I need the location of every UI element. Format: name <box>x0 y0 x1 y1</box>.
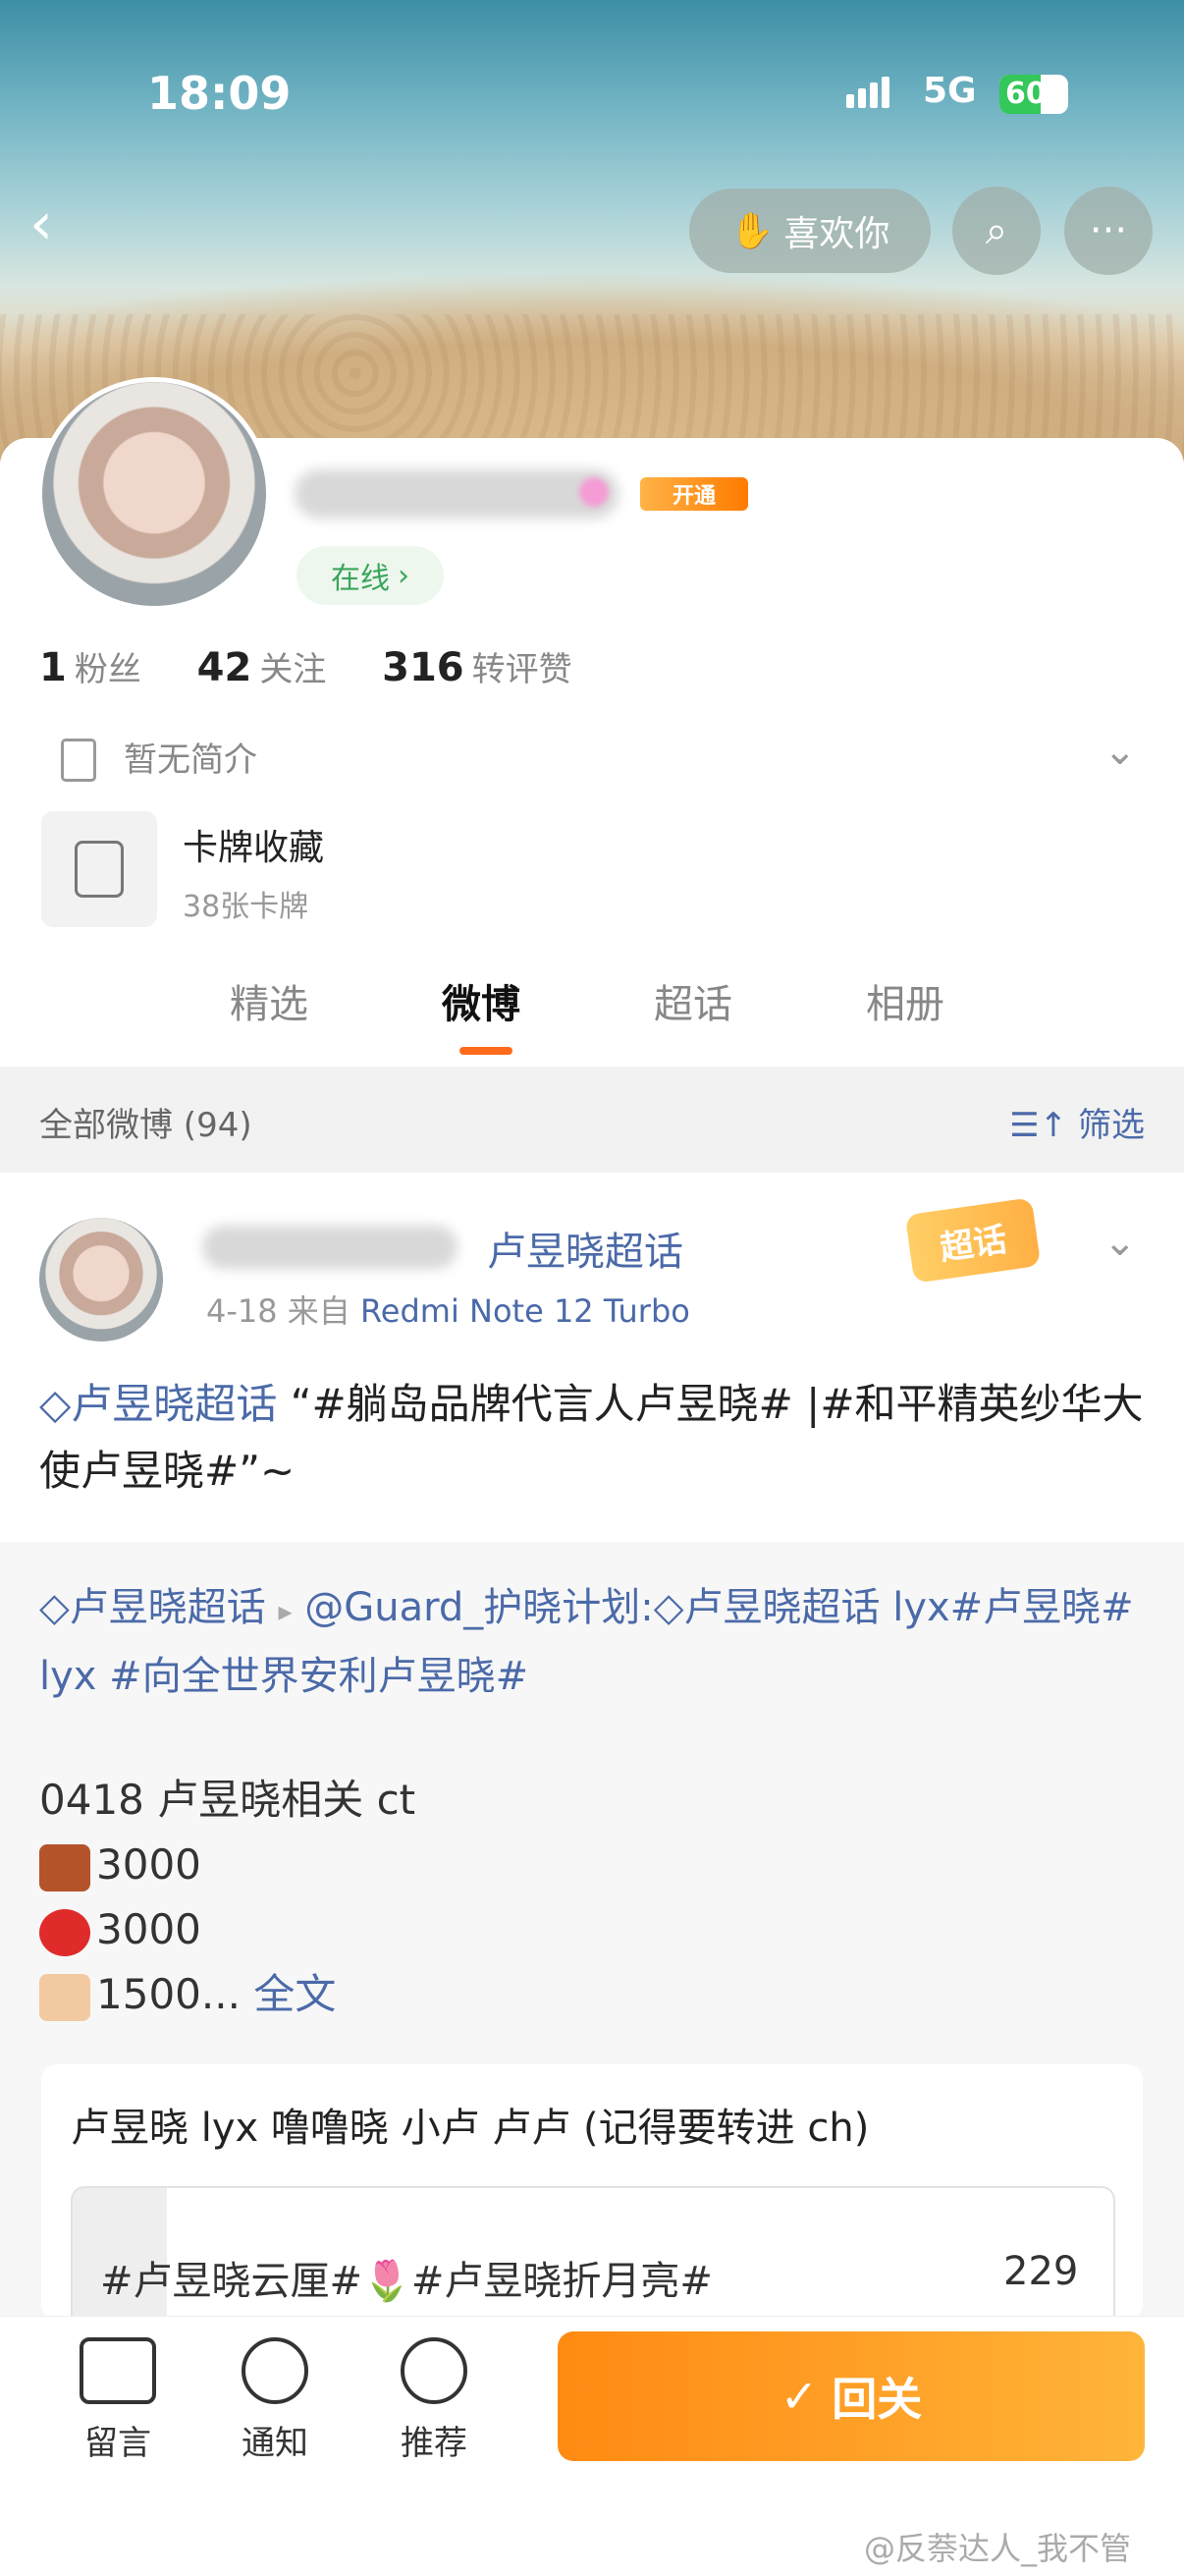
followers-count: 1 <box>39 645 67 690</box>
repost-body: 0418 卢昱晓相关 ct 3000 3000 1500... 全文 <box>39 1768 1149 2027</box>
chevron-right-icon: › <box>398 558 409 593</box>
list-item: 3000 <box>39 1897 1149 1962</box>
more-dots-icon: ··· <box>1089 208 1128 253</box>
tab-featured[interactable]: 精选 <box>230 972 308 1029</box>
battery-icon: 60 <box>999 75 1068 114</box>
post-from-label: 来自 <box>287 1292 350 1330</box>
battery-level: 60 <box>1005 77 1047 111</box>
embedded-topic-count: 229 <box>1003 2249 1079 2294</box>
repost-topic-link[interactable]: 卢昱晓超话 <box>70 1585 266 1630</box>
online-status-button[interactable]: 在线 › <box>296 546 444 605</box>
following-stat[interactable]: 42 关注 <box>197 642 327 690</box>
post-topic-link[interactable]: 卢昱晓超话 <box>71 1380 277 1428</box>
card-collection-count: 38张卡牌 <box>183 890 309 924</box>
bell-icon <box>242 2337 308 2404</box>
interactions-count: 316 <box>382 645 464 690</box>
follow-back-label: 回关 <box>832 2373 923 2426</box>
wave-hand-icon: ✋ <box>729 211 775 251</box>
card-collection-title[interactable]: 卡牌收藏 <box>183 819 324 870</box>
post-meta: 4-18 来自 Redmi Note 12 Turbo <box>206 1287 690 1332</box>
post-text: ◇卢昱晓超话 “#躺岛品牌代言人卢昱晓# |#和平精英纱华大使卢昱晓#”~ <box>39 1371 1149 1505</box>
bio-text: 暂无简介 <box>124 740 257 780</box>
vip-open-badge[interactable]: 开通 <box>640 477 748 511</box>
post-device[interactable]: Redmi Note 12 Turbo <box>360 1292 690 1330</box>
followers-stat[interactable]: 1 粉丝 <box>39 642 141 690</box>
filter-button[interactable]: ☰↑ 筛选 <box>1009 1098 1145 1146</box>
mention-link[interactable]: @Guard_护晓计划: <box>304 1585 653 1630</box>
avatar[interactable] <box>37 377 271 611</box>
message-label: 留言 <box>84 2424 151 2463</box>
list-item-value: 3000 <box>96 1840 201 1889</box>
list-item-value: 1500... <box>96 1970 241 2018</box>
play-arrow-icon: ▸ <box>278 1595 293 1627</box>
tab-album[interactable]: 相册 <box>866 972 944 1029</box>
post-username-blurred <box>202 1226 457 1269</box>
tab-weibo[interactable]: 微博 <box>442 972 520 1029</box>
signal-icon <box>846 77 893 108</box>
username-blurred <box>295 469 619 519</box>
list-item-value: 3000 <box>96 1905 201 1953</box>
list-item: 3000 <box>39 1833 1149 1897</box>
search-button[interactable]: ⌕ <box>952 187 1041 275</box>
diamond-icon: ◇ <box>39 1585 70 1630</box>
diamond-icon: ◇ <box>39 1380 72 1428</box>
like-you-label: 喜欢你 <box>783 214 890 254</box>
interactions-label: 转评赞 <box>471 650 572 689</box>
repost-topic2-link[interactable]: 卢昱晓超话 <box>684 1585 881 1630</box>
status-time: 18:09 <box>147 67 292 120</box>
name-emoji-blurred <box>579 477 609 507</box>
recommend-label: 推荐 <box>401 2424 467 2463</box>
notify-button[interactable]: 通知 <box>216 2337 334 2464</box>
diamond-icon: ◇ <box>653 1585 684 1630</box>
all-weibo-count: 全部微博 (94) <box>39 1106 252 1145</box>
interactions-stat[interactable]: 316 转评赞 <box>382 642 572 690</box>
network-type: 5G <box>923 71 977 111</box>
filter-icon: ☰↑ <box>1009 1106 1078 1145</box>
thumbs-up-icon <box>39 1973 90 2021</box>
notify-label: 通知 <box>242 2424 308 2463</box>
watermark: @反萘达人_我不管 <box>864 2530 1132 2567</box>
repost-header-text: ◇卢昱晓超话 ▸ @Guard_护晓计划:◇卢昱晓超话 lyx#卢昱晓# lyx… <box>39 1575 1149 1709</box>
embedded-topic-text: #卢昱晓云厘#🌷#卢昱晓折月亮# <box>100 2259 713 2304</box>
document-icon <box>61 739 96 782</box>
filter-label: 筛选 <box>1078 1106 1145 1145</box>
check-icon: ✓ <box>780 2370 819 2423</box>
message-button[interactable]: 留言 <box>59 2337 177 2464</box>
post-avatar[interactable] <box>39 1218 163 1342</box>
back-chevron-icon[interactable]: ‹ <box>29 194 73 253</box>
active-tab-indicator <box>459 1047 512 1055</box>
following-label: 关注 <box>259 650 327 689</box>
post-date: 4-18 <box>206 1292 278 1330</box>
filter-bar: 全部微博 (94) ☰↑ 筛选 <box>0 1067 1184 1173</box>
message-icon <box>80 2337 156 2404</box>
read-more-link[interactable]: 全文 <box>253 1970 336 2018</box>
follow-back-button[interactable]: ✓ 回关 <box>558 2331 1145 2461</box>
profile-stats: 1 粉丝 42 关注 316 转评赞 <box>39 642 618 690</box>
apple-icon <box>39 1908 90 1956</box>
following-count: 42 <box>196 645 252 690</box>
list-item: 1500... 全文 <box>39 1962 1149 2027</box>
expand-bio-chevron-icon[interactable]: ⌄ <box>1103 729 1137 774</box>
like-you-button[interactable]: ✋ 喜欢你 <box>689 189 931 273</box>
more-button[interactable]: ··· <box>1064 187 1153 275</box>
chevron-up-icon <box>401 2337 467 2404</box>
card-icon <box>75 841 124 898</box>
post-source-topic[interactable]: 卢昱晓超话 <box>487 1220 683 1277</box>
profile-tabs: 精选 微博 超话 相册 <box>0 972 1184 1061</box>
bricks-icon <box>39 1843 90 1891</box>
online-label: 在线 <box>331 562 390 596</box>
recommend-button[interactable]: 推荐 <box>375 2337 493 2464</box>
search-icon: ⌕ <box>985 208 1008 253</box>
post-menu-chevron-icon[interactable]: ⌄ <box>1103 1220 1137 1265</box>
super-topic-tag-label: 超话 <box>938 1219 1009 1269</box>
tab-super-topic[interactable]: 超话 <box>654 972 732 1029</box>
card-collection-thumb[interactable] <box>41 811 157 927</box>
repost-body-title: 0418 卢昱晓相关 ct <box>39 1776 416 1824</box>
followers-label: 粉丝 <box>74 650 141 689</box>
vip-open-label: 开通 <box>672 484 716 509</box>
embedded-card-title: 卢昱晓 lyx 噜噜晓 小卢 卢卢 (记得要转进 ch) <box>71 2106 870 2151</box>
